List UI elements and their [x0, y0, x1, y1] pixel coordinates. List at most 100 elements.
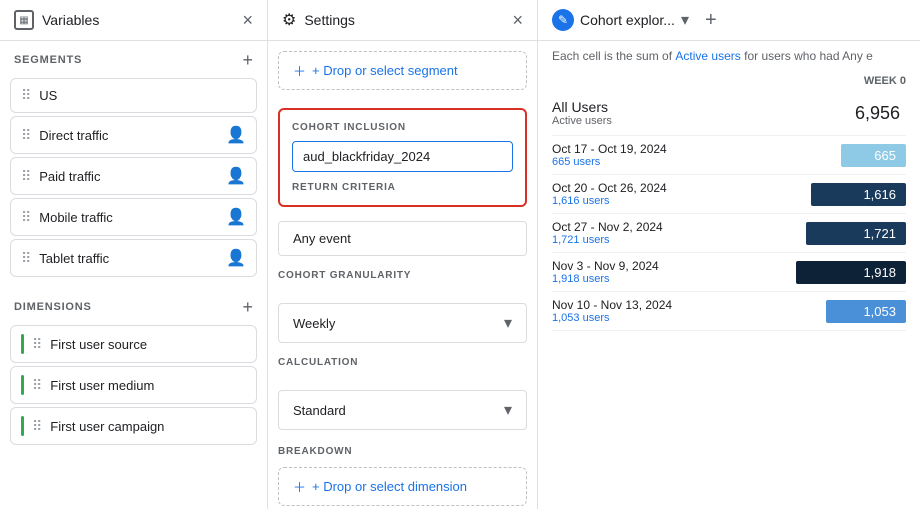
- segment-label: Mobile traffic: [39, 210, 218, 225]
- variables-close-button[interactable]: ×: [242, 11, 253, 29]
- cohort-bar-cell: 1,918: [796, 261, 906, 284]
- return-criteria-label: RETURN CRITERIA: [292, 182, 513, 193]
- settings-title: ⚙ Settings: [282, 10, 355, 30]
- dimension-color-bar: [21, 416, 24, 436]
- segment-label: US: [39, 88, 246, 103]
- dimension-item-source[interactable]: ⠿ First user source: [10, 325, 257, 363]
- cohort-bar-cell: 1,721: [806, 222, 906, 245]
- audience-icon: 👤: [226, 248, 246, 268]
- segment-item-mobile[interactable]: ⠿ Mobile traffic 👤: [10, 198, 257, 236]
- plus-icon: ＋: [293, 477, 306, 496]
- all-users-subtitle: Active users: [552, 115, 855, 127]
- breakdown-label: BREAKDOWN: [268, 436, 537, 461]
- drag-icon: ⠿: [32, 418, 42, 435]
- cohort-inclusion-input[interactable]: [292, 141, 513, 172]
- chevron-down-icon: ▾: [504, 400, 512, 420]
- cohort-row: Oct 20 - Oct 26, 2024 1,616 users 1,616: [552, 175, 906, 214]
- cohort-bar-cell: 665: [806, 144, 906, 167]
- dimension-label: First user medium: [50, 378, 246, 393]
- all-users-count: 6,956: [855, 103, 900, 124]
- add-dimension-button[interactable]: +: [242, 298, 253, 316]
- segment-label: Paid traffic: [39, 169, 218, 184]
- week-header: WEEK 0: [538, 71, 920, 91]
- gear-icon: ⚙: [282, 10, 296, 30]
- audience-icon: 👤: [226, 207, 246, 227]
- cohort-row-users: 1,616 users: [552, 195, 806, 207]
- drag-icon: ⠿: [32, 336, 42, 353]
- cohort-row: Oct 27 - Nov 2, 2024 1,721 users 1,721: [552, 214, 906, 253]
- drag-icon: ⠿: [21, 168, 31, 185]
- variables-icon: ▦: [14, 10, 34, 30]
- drag-icon: ⠿: [21, 250, 31, 267]
- dimensions-section-label: DIMENSIONS +: [0, 288, 267, 322]
- audience-icon: 👤: [226, 166, 246, 186]
- cohort-rows: All Users Active users 6,956 Oct 17 - Oc…: [538, 91, 920, 509]
- segment-item-direct[interactable]: ⠿ Direct traffic 👤: [10, 116, 257, 154]
- chevron-down-icon: ▾: [681, 10, 689, 30]
- variables-panel: ▦ Variables × SEGMENTS + ⠿ US ⠿ Direct t…: [0, 0, 268, 509]
- any-event-button[interactable]: Any event: [278, 221, 527, 256]
- dimension-label: First user campaign: [50, 419, 246, 434]
- cohort-inclusion-label: COHORT INCLUSION: [292, 122, 513, 133]
- segment-label: Tablet traffic: [39, 251, 218, 266]
- settings-close-button[interactable]: ×: [512, 11, 523, 29]
- add-segment-button[interactable]: +: [242, 51, 253, 69]
- dimension-color-bar: [21, 334, 24, 354]
- cohort-bar: 1,053: [826, 300, 906, 323]
- segment-item-tablet[interactable]: ⠿ Tablet traffic 👤: [10, 239, 257, 277]
- settings-panel: ⚙ Settings × ＋ + Drop or select segment …: [268, 0, 538, 509]
- cohort-row-date: Nov 3 - Nov 9, 2024: [552, 259, 796, 273]
- cohort-row-date: Oct 20 - Oct 26, 2024: [552, 181, 806, 195]
- segment-label: Direct traffic: [39, 128, 218, 143]
- cohort-granularity-section: COHORT GRANULARITY: [268, 262, 537, 297]
- cohort-row: Oct 17 - Oct 19, 2024 665 users 665: [552, 136, 906, 175]
- calculation-section: CALCULATION: [268, 349, 537, 384]
- all-users-row: All Users Active users 6,956: [552, 91, 906, 136]
- cohort-row-users: 665 users: [552, 156, 806, 168]
- cohort-title-button[interactable]: ✎ Cohort explor... ▾: [552, 9, 689, 31]
- add-tab-button[interactable]: +: [699, 8, 723, 32]
- audience-icon: 👤: [226, 125, 246, 145]
- cohort-bar-cell: 1,616: [806, 183, 906, 206]
- drag-icon: ⠿: [21, 87, 31, 104]
- cohort-bar: 1,918: [796, 261, 906, 284]
- cohort-row-users: 1,053 users: [552, 312, 806, 324]
- cohort-bar: 665: [841, 144, 906, 167]
- chevron-down-icon: ▾: [504, 313, 512, 333]
- segment-item-us[interactable]: ⠿ US: [10, 78, 257, 113]
- dimension-item-medium[interactable]: ⠿ First user medium: [10, 366, 257, 404]
- cohort-icon: ✎: [552, 9, 574, 31]
- cohort-row-date: Oct 27 - Nov 2, 2024: [552, 220, 806, 234]
- cohort-bar: 1,721: [806, 222, 906, 245]
- cohort-panel: ✎ Cohort explor... ▾ + Each cell is the …: [538, 0, 920, 509]
- dimensions-list: ⠿ First user source ⠿ First user medium …: [0, 322, 267, 448]
- cohort-data-rows: Oct 17 - Oct 19, 2024 665 users 665 Oct …: [552, 136, 906, 331]
- cohort-description: Each cell is the sum of Active users for…: [538, 41, 920, 71]
- plus-icon: ＋: [293, 61, 306, 80]
- segments-list: ⠿ US ⠿ Direct traffic 👤 ⠿ Paid traffic 👤…: [0, 75, 267, 280]
- cohort-row-users: 1,721 users: [552, 234, 806, 246]
- drop-segment-button[interactable]: ＋ + Drop or select segment: [278, 51, 527, 90]
- variables-header: ▦ Variables ×: [0, 0, 267, 41]
- settings-header: ⚙ Settings ×: [268, 0, 537, 41]
- cohort-row-date: Nov 10 - Nov 13, 2024: [552, 298, 806, 312]
- drag-icon: ⠿: [21, 127, 31, 144]
- cohort-inclusion-box: COHORT INCLUSION RETURN CRITERIA: [278, 108, 527, 207]
- drag-icon: ⠿: [32, 377, 42, 394]
- cohort-row-date: Oct 17 - Oct 19, 2024: [552, 142, 806, 156]
- segments-section-label: SEGMENTS +: [0, 41, 267, 75]
- variables-title: ▦ Variables: [14, 10, 99, 30]
- cohort-row-users: 1,918 users: [552, 273, 796, 285]
- segment-item-paid[interactable]: ⠿ Paid traffic 👤: [10, 157, 257, 195]
- dimension-item-campaign[interactable]: ⠿ First user campaign: [10, 407, 257, 445]
- drop-dimension-button[interactable]: ＋ + Drop or select dimension: [278, 467, 527, 506]
- cohort-bar-cell: 1,053: [806, 300, 906, 323]
- granularity-dropdown[interactable]: Weekly ▾: [278, 303, 527, 343]
- dimension-color-bar: [21, 375, 24, 395]
- calculation-dropdown[interactable]: Standard ▾: [278, 390, 527, 430]
- cohort-row: Nov 3 - Nov 9, 2024 1,918 users 1,918: [552, 253, 906, 292]
- drag-icon: ⠿: [21, 209, 31, 226]
- cohort-granularity-label: COHORT GRANULARITY: [278, 270, 527, 281]
- cohort-header: ✎ Cohort explor... ▾ +: [538, 0, 920, 41]
- dimension-label: First user source: [50, 337, 246, 352]
